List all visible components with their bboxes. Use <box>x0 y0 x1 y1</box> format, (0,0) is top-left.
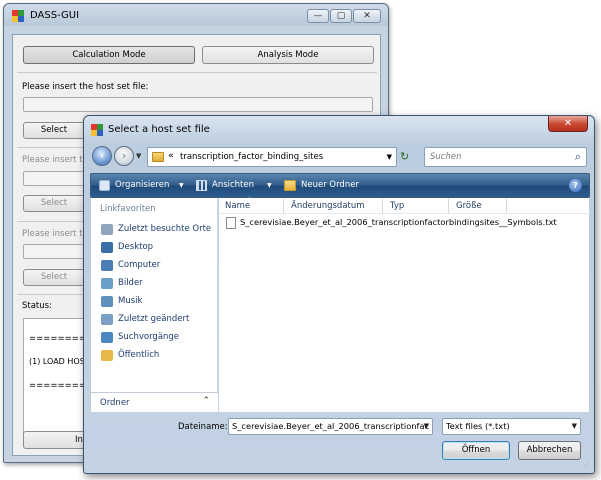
app-logo-icon <box>91 124 103 136</box>
computer-icon <box>101 260 113 271</box>
nav-item[interactable]: Bilder <box>101 278 216 291</box>
pictures-icon <box>101 278 113 289</box>
address-dropdown-icon[interactable]: ▼ <box>387 153 392 161</box>
column-divider[interactable] <box>283 198 284 214</box>
back-arrow-icon[interactable]: ‹ <box>92 146 112 166</box>
column-divider[interactable] <box>448 198 449 214</box>
filename-combo[interactable]: S_cerevisiae.Beyer_et_al_2006_transcript… <box>228 418 433 435</box>
views-dropdown-icon[interactable]: ▼ <box>267 182 272 189</box>
address-bar[interactable]: « transcription_factor_binding_sites ▼ <box>147 147 397 167</box>
filename-dropdown-icon[interactable]: ▼ <box>424 419 429 434</box>
breadcrumb-chevron[interactable]: « <box>168 151 174 161</box>
nav-item[interactable]: Musik <box>101 296 216 309</box>
select-second-button[interactable]: Select <box>23 195 85 212</box>
file-type-dropdown-icon[interactable]: ▼ <box>572 419 577 434</box>
host-set-field[interactable] <box>23 97 373 112</box>
maximize-button[interactable]: ▢ <box>330 9 352 23</box>
views-icon <box>196 180 207 191</box>
select-host-button[interactable]: Select <box>23 122 85 139</box>
views-menu[interactable]: Ansichten <box>212 180 254 190</box>
file-row[interactable]: S_cerevisiae.Beyer_et_al_2006_transcript… <box>223 216 583 230</box>
nav-item[interactable]: Öffentlich <box>101 350 216 363</box>
host-set-label: Please insert the host set file: <box>22 82 149 92</box>
filename-value[interactable]: S_cerevisiae.Beyer_et_al_2006_transcript… <box>232 421 429 431</box>
search-box[interactable]: Suchen ⌕ <box>424 147 587 167</box>
file-name[interactable]: S_cerevisiae.Beyer_et_al_2006_transcript… <box>240 217 557 227</box>
window-title: DASS-GUI <box>30 10 80 21</box>
folders-toggle[interactable]: Ordner ⌃ <box>90 392 218 412</box>
file-type-combo[interactable]: Text files (*.txt) ▼ <box>442 418 581 435</box>
recent-places-icon <box>101 224 113 235</box>
folder-icon <box>152 152 164 162</box>
dialog-close-button[interactable]: ✕ <box>548 116 588 132</box>
status-label: Status: <box>22 301 52 311</box>
dialog-footer: Dateiname: S_cerevisiae.Beyer_et_al_2006… <box>90 412 590 469</box>
open-button[interactable]: Öffnen <box>442 441 510 460</box>
column-date[interactable]: Änderungsdatum <box>291 201 365 211</box>
new-folder-icon <box>284 180 296 191</box>
sort-arrow-icon: ^ <box>247 196 253 203</box>
navigation-pane: Linkfavoriten Zuletzt besuchte Orte Deskt… <box>90 198 218 412</box>
recently-changed-icon <box>101 314 113 325</box>
nav-item[interactable]: Computer <box>101 260 216 273</box>
dialog-title: Select a host set file <box>108 124 210 135</box>
status-line: (1) LOAD HOST <box>29 357 90 366</box>
nav-item[interactable]: Desktop <box>101 242 216 255</box>
forward-arrow-icon[interactable]: › <box>114 146 134 166</box>
nav-item-label: Öffentlich <box>118 350 160 360</box>
new-folder-button[interactable]: Neuer Ordner <box>301 180 359 190</box>
organize-dropdown-icon[interactable]: ▼ <box>179 182 184 189</box>
column-size[interactable]: Größe <box>456 201 482 211</box>
minimize-button[interactable]: — <box>307 9 329 23</box>
column-type[interactable]: Typ <box>390 201 404 211</box>
select-third-button[interactable]: Select <box>23 269 85 286</box>
folders-label: Ordner <box>100 398 130 408</box>
file-list: Name ^ Änderungsdatum Typ Größe S_cerevi… <box>219 196 590 412</box>
nav-item-label: Suchvorgänge <box>118 332 180 342</box>
nav-item-label: Zuletzt geändert <box>118 314 190 324</box>
text-file-icon <box>226 217 236 229</box>
command-toolbar: Organisieren ▼ Ansichten ▼ Neuer Ordner … <box>90 173 590 198</box>
cancel-button[interactable]: Abbrechen <box>518 441 581 460</box>
desktop-icon <box>101 242 113 253</box>
organize-menu[interactable]: Organisieren <box>115 180 169 190</box>
chevron-up-icon[interactable]: ⌃ <box>202 396 210 406</box>
app-logo-icon <box>12 10 24 22</box>
organize-icon <box>99 180 110 191</box>
divider <box>17 72 377 73</box>
nav-item-label: Desktop <box>118 242 154 252</box>
history-dropdown-icon[interactable]: ▼ <box>136 152 141 160</box>
search-placeholder: Suchen <box>430 152 462 162</box>
nav-item-label: Musik <box>118 296 143 306</box>
resize-grip-icon[interactable]: ⋰ <box>583 461 590 469</box>
column-divider[interactable] <box>382 198 383 214</box>
file-dialog: Select a host set file ✕ ‹ › ▼ « transcr… <box>83 115 595 474</box>
nav-item[interactable]: Zuletzt besuchte Orte <box>101 224 216 237</box>
calculation-mode-button[interactable]: Calculation Mode <box>23 46 195 64</box>
breadcrumb-path[interactable]: transcription_factor_binding_sites <box>180 152 323 162</box>
file-type-value[interactable]: Text files (*.txt) <box>446 421 510 431</box>
nav-item-label: Bilder <box>118 278 143 288</box>
music-icon <box>101 296 113 307</box>
close-button[interactable]: ✕ <box>353 9 381 23</box>
nav-item[interactable]: Zuletzt geändert <box>101 314 216 327</box>
nav-item-label: Computer <box>118 260 161 270</box>
public-folder-icon <box>101 350 113 361</box>
searches-icon <box>101 332 113 343</box>
favorites-header: Linkfavoriten <box>100 204 156 214</box>
column-divider[interactable] <box>506 198 507 214</box>
refresh-icon[interactable]: ↻ <box>400 150 409 163</box>
nav-item-label: Zuletzt besuchte Orte <box>118 224 212 234</box>
column-header-row: Name ^ Änderungsdatum Typ Größe <box>219 196 590 214</box>
help-icon[interactable]: ? <box>569 179 582 192</box>
filename-label: Dateiname: <box>178 422 228 432</box>
nav-item[interactable]: Suchvorgänge <box>101 332 216 345</box>
analysis-mode-button[interactable]: Analysis Mode <box>202 46 374 64</box>
search-icon[interactable]: ⌕ <box>575 150 581 164</box>
